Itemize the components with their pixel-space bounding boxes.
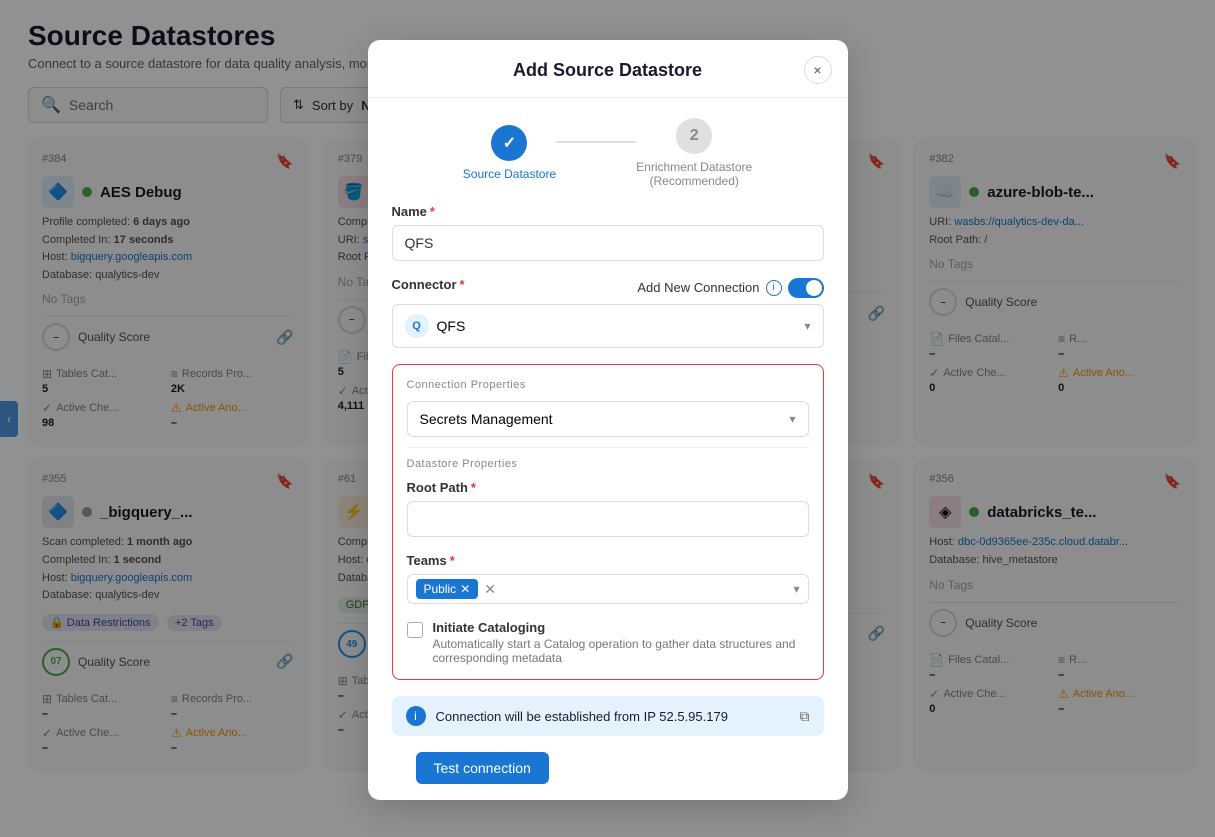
team-tag-public: Public ✕ xyxy=(416,579,479,599)
teams-x-icon[interactable]: ✕ xyxy=(484,581,496,598)
connection-properties-box: Connection Properties Secrets Management… xyxy=(392,364,824,680)
initiate-cataloging-checkbox[interactable] xyxy=(407,622,423,638)
page-container: ‹ Source Datastores Connect to a source … xyxy=(0,0,1215,837)
root-path-label: Root Path * xyxy=(407,480,809,495)
connector-label-row: Connector * Add New Connection i xyxy=(392,277,824,298)
team-tag-remove-button[interactable]: ✕ xyxy=(460,582,470,596)
name-form-group: Name * xyxy=(392,204,824,261)
add-new-connection-label: Add New Connection xyxy=(637,280,759,295)
root-path-form-group: Root Path * xyxy=(407,480,809,537)
step-2-circle: 2 xyxy=(676,118,712,154)
step-1-source-datastore: ✓ Source Datastore xyxy=(463,125,556,181)
step-1-circle: ✓ xyxy=(491,125,527,161)
chevron-down-icon: ▾ xyxy=(804,319,810,333)
close-icon: × xyxy=(813,62,821,78)
step-2-label: Enrichment Datastore(Recommended) xyxy=(636,160,752,188)
modal-overlay: Add Source Datastore × ✓ Source Datastor… xyxy=(0,0,1215,837)
step-1-label: Source Datastore xyxy=(463,167,556,181)
initiate-cataloging-desc: Automatically start a Catalog operation … xyxy=(433,637,809,665)
required-star: * xyxy=(450,553,455,568)
root-path-input[interactable] xyxy=(407,501,809,537)
add-source-datastore-modal: Add Source Datastore × ✓ Source Datastor… xyxy=(368,40,848,800)
stepper: ✓ Source Datastore 2 Enrichment Datastor… xyxy=(368,98,848,204)
teams-input-row[interactable]: Public ✕ ✕ ▾ xyxy=(407,574,809,604)
qfs-logo: Q xyxy=(405,314,429,338)
step-connector xyxy=(556,141,636,143)
add-connection-toggle[interactable] xyxy=(788,278,824,298)
modal-close-button[interactable]: × xyxy=(804,56,832,84)
connection-props-label: Connection Properties xyxy=(407,379,809,391)
initiate-cataloging-row: Initiate Cataloging Automatically start … xyxy=(407,620,809,665)
teams-label: Teams * xyxy=(407,553,809,568)
teams-form-group: Teams * Public ✕ ✕ ▾ xyxy=(407,553,809,604)
modal-header: Add Source Datastore × xyxy=(368,40,848,98)
initiate-cataloging-title: Initiate Cataloging xyxy=(433,620,809,635)
datastore-props-label: Datastore Properties xyxy=(407,458,809,470)
name-input[interactable] xyxy=(392,225,824,261)
required-star: * xyxy=(471,480,476,495)
test-connection-button[interactable]: Test connection xyxy=(416,752,549,784)
add-connection-row: Add New Connection i xyxy=(637,278,823,298)
modal-body: Name * Connector * Add New Connection xyxy=(368,204,848,800)
chevron-down-icon: ▾ xyxy=(789,412,795,426)
info-icon[interactable]: i xyxy=(766,280,782,296)
teams-chevron-icon[interactable]: ▾ xyxy=(793,582,799,596)
required-star: * xyxy=(460,277,465,292)
secrets-management-select[interactable]: Secrets Management ▾ xyxy=(407,401,809,437)
connection-info-text: Connection will be established from IP 5… xyxy=(436,709,790,724)
modal-title: Add Source Datastore xyxy=(513,60,702,81)
teams-input-field[interactable] xyxy=(502,581,787,597)
initiate-cataloging-text: Initiate Cataloging Automatically start … xyxy=(433,620,809,665)
team-tag-label: Public xyxy=(424,582,457,596)
connector-select[interactable]: Q QFS ▾ xyxy=(392,304,824,348)
secrets-management-label: Secrets Management xyxy=(420,411,553,427)
connector-select-inner: Q QFS xyxy=(405,314,466,338)
connection-info-banner: i Connection will be established from IP… xyxy=(392,696,824,736)
step-2-enrichment-datastore: 2 Enrichment Datastore(Recommended) xyxy=(636,118,752,188)
name-label: Name * xyxy=(392,204,824,219)
required-star: * xyxy=(430,204,435,219)
divider xyxy=(407,447,809,448)
copy-icon[interactable]: ⧉ xyxy=(800,708,810,725)
datastore-properties-section: Datastore Properties Root Path * xyxy=(407,458,809,665)
connector-label: Connector * xyxy=(392,277,465,292)
connector-value: QFS xyxy=(437,318,466,334)
info-icon: i xyxy=(406,706,426,726)
connector-form-group: Connector * Add New Connection i Q QFS xyxy=(392,277,824,348)
